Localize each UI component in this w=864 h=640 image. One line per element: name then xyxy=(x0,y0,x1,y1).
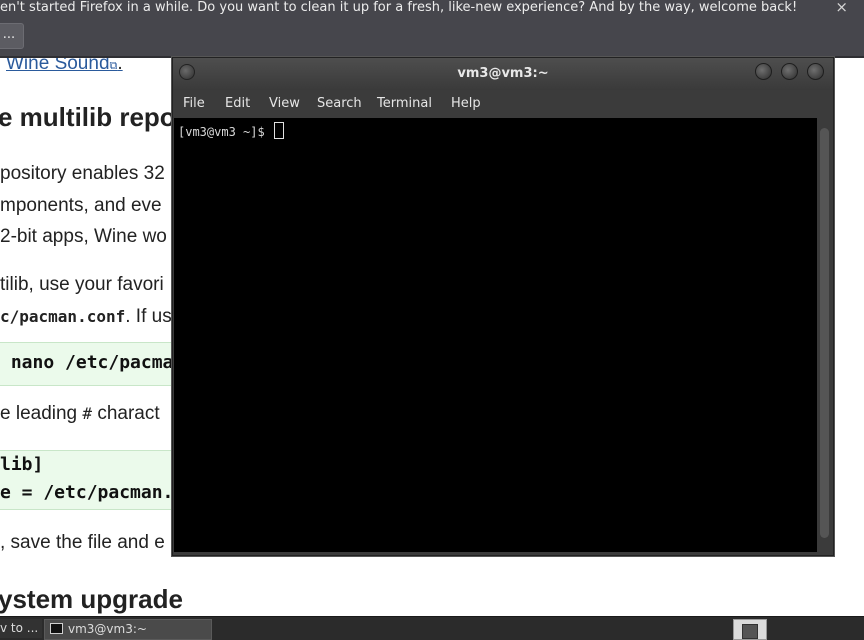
close-icon[interactable]: × xyxy=(835,0,848,16)
notification-bar: en't started Firefox in a while. Do you … xyxy=(0,0,864,56)
paragraph-line-6: e leading # charact xyxy=(0,403,160,425)
terminal-prompt-line: [vm3@vm3 ~]$ xyxy=(178,122,284,139)
taskbar-item-browser[interactable]: v to ... xyxy=(0,619,42,638)
terminal-icon xyxy=(50,623,63,634)
code-block-nano: nano /etc/pacma xyxy=(0,342,190,386)
heading-multilib: e multilib repo xyxy=(0,102,176,132)
paragraph-line-7: , save the file and e xyxy=(0,532,165,553)
minimize-icon[interactable] xyxy=(755,63,772,80)
terminal-prompt: [vm3@vm3 ~]$ xyxy=(178,125,272,139)
scrollbar-thumb[interactable] xyxy=(820,128,829,538)
paragraph-line-1: pository enables 32 xyxy=(0,163,165,184)
leading-text-tail: charact xyxy=(92,403,160,424)
paragraph-line-2: mponents, and eve xyxy=(0,195,162,216)
code-line-1: lib] xyxy=(0,454,44,475)
maximize-icon[interactable] xyxy=(781,63,798,80)
terminal-menubar: File Edit View Search Terminal Help xyxy=(173,90,833,118)
code-nano-line: nano /etc/pacma xyxy=(0,352,174,373)
paragraph-line-3: 2-bit apps, Wine wo xyxy=(0,226,167,247)
notification-text: en't started Firefox in a while. Do you … xyxy=(0,0,798,15)
paragraph-line-5: c/pacman.conf. If us xyxy=(0,306,172,328)
workspace-switcher[interactable] xyxy=(733,619,767,640)
code-line-2: e = /etc/pacman. xyxy=(0,482,174,503)
notification-action-button[interactable]: ... xyxy=(0,23,24,49)
leading-text: e leading xyxy=(0,403,83,424)
terminal-scrollbar[interactable] xyxy=(818,118,831,552)
menu-view[interactable]: View xyxy=(269,96,300,111)
terminal-title: vm3@vm3:~ xyxy=(457,66,549,81)
paragraph-line-5-tail: . If us xyxy=(125,306,172,327)
terminal-cursor xyxy=(273,122,284,139)
taskbar: v to ... vm3@vm3:~ xyxy=(0,616,864,640)
terminal-titlebar[interactable]: vm3@vm3:~ xyxy=(173,58,833,90)
wine-sound-link-label[interactable]: Wine Sound xyxy=(6,58,110,74)
paragraph-line-4: tilib, use your favori xyxy=(0,274,164,295)
link-suffix: . xyxy=(117,58,123,74)
menu-terminal[interactable]: Terminal xyxy=(377,96,432,111)
menu-help[interactable]: Help xyxy=(451,96,481,111)
taskbar-item-browser-label: v to ... xyxy=(0,621,39,635)
close-window-icon[interactable] xyxy=(807,63,824,80)
terminal-screen[interactable]: [vm3@vm3 ~]$ xyxy=(174,118,817,552)
pacman-conf-path: c/pacman.conf xyxy=(0,307,126,326)
workspace-window-icon xyxy=(742,624,758,639)
menu-search[interactable]: Search xyxy=(317,96,362,111)
heading-system-upgrade: ystem upgrade xyxy=(0,584,183,614)
menu-file[interactable]: File xyxy=(183,96,205,111)
taskbar-item-terminal[interactable]: vm3@vm3:~ xyxy=(44,619,212,640)
hash-char: # xyxy=(82,404,93,423)
wine-sound-link[interactable]: Wine Sound⧉. xyxy=(6,58,123,75)
taskbar-item-terminal-label: vm3@vm3:~ xyxy=(68,622,147,636)
code-block-multilib: lib] e = /etc/pacman. xyxy=(0,450,190,510)
menu-edit[interactable]: Edit xyxy=(225,96,250,111)
terminal-window[interactable]: vm3@vm3:~ File Edit View Search Terminal… xyxy=(172,57,834,556)
